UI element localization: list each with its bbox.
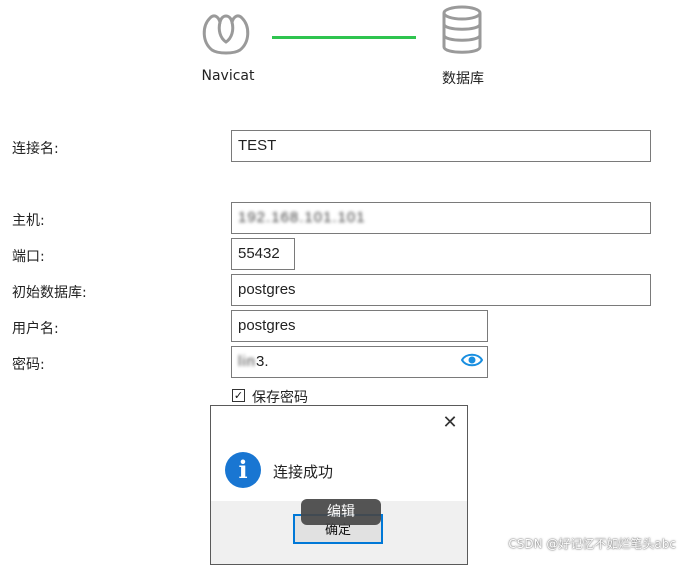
password-visible-part: 3. [256, 353, 269, 370]
username-input[interactable]: postgres [231, 310, 488, 342]
password-masked-part: lin [238, 353, 257, 370]
connection-success-dialog: ✕ i 连接成功 确定 编辑 [210, 405, 468, 565]
username-label: 用户名: [12, 321, 59, 337]
save-password-checkbox[interactable]: ✓ [232, 389, 245, 402]
port-input[interactable]: 55432 [231, 238, 295, 270]
host-label: 主机: [12, 213, 45, 229]
show-password-eye-icon[interactable] [461, 350, 483, 370]
connection-name-label: 连接名: [12, 141, 59, 157]
initial-database-input[interactable]: postgres [231, 274, 651, 306]
initial-database-label: 初始数据库: [12, 285, 87, 301]
host-value: 192.168.101.101 [238, 209, 366, 226]
database-label: 数据库 [442, 71, 484, 87]
dialog-message: 连接成功 [273, 463, 334, 481]
watermark: CSDN @好记忆不如烂笔头abc [508, 537, 676, 551]
password-input[interactable]: lin3. [231, 346, 488, 378]
connection-name-input[interactable]: TEST [231, 130, 651, 162]
info-icon: i [225, 452, 261, 488]
save-password-label: 保存密码 [252, 390, 308, 406]
navicat-label: Navicat [201, 68, 255, 84]
host-input[interactable]: 192.168.101.101 [231, 202, 651, 234]
password-label: 密码: [12, 357, 45, 373]
database-icon [442, 5, 482, 54]
connection-line [272, 36, 416, 39]
edit-tooltip[interactable]: 编辑 [301, 499, 381, 525]
navicat-logo-icon [202, 14, 250, 55]
close-icon[interactable]: ✕ [439, 412, 461, 434]
port-label: 端口: [12, 249, 45, 265]
